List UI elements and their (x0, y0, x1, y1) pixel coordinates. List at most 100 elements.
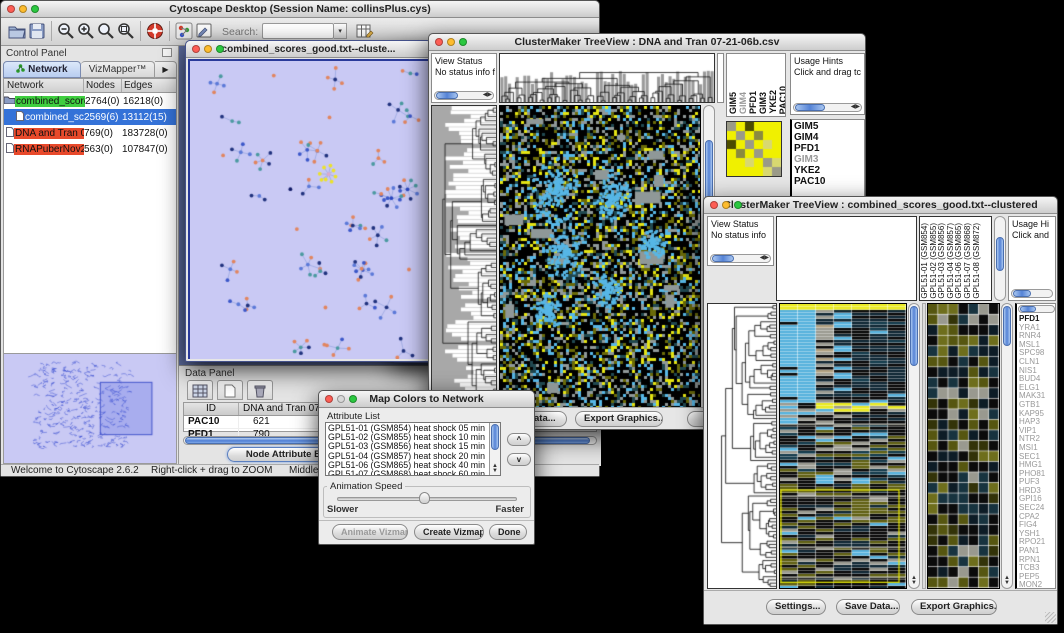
tv1-view-status-scrollbar[interactable]: ◀▶ (434, 91, 494, 100)
tv2-gene-item[interactable]: KAP95 (1019, 410, 1053, 419)
zoom-button[interactable] (31, 5, 39, 13)
network-table-header[interactable]: Network Nodes Edges (4, 79, 176, 93)
tv2-zoom-vscroll[interactable]: ▲▼ (1001, 303, 1013, 589)
tab-vizmapper[interactable]: VizMapper™ (81, 61, 155, 78)
search-input[interactable] (262, 23, 334, 39)
zoom-button[interactable] (349, 395, 357, 403)
done-button[interactable]: Done (489, 524, 527, 540)
tv2-gene-list[interactable]: PFD1YRA1RNR4MSL1SPC98CLN1NIS1BUD4ELG1MAK… (1017, 304, 1055, 589)
tv1-mini-heatmap[interactable] (726, 121, 782, 177)
tv2-gene-list-hscroll-thumb[interactable] (1020, 306, 1036, 312)
zoom-button[interactable] (459, 38, 467, 46)
annotation-icon[interactable] (194, 21, 214, 41)
tv2-gene-item[interactable]: RNR4 (1019, 332, 1053, 341)
attribute-browser-icon[interactable] (355, 21, 375, 41)
minimize-button[interactable] (722, 201, 730, 209)
tv2-heatmap-vscroll[interactable]: ▲▼ (908, 303, 920, 589)
minimize-button[interactable] (337, 395, 345, 403)
tv1-row-dendrogram[interactable] (431, 105, 497, 409)
tv1-gene-item[interactable]: GIM5 (794, 121, 862, 132)
tv2-gene-item[interactable]: TCB3 (1019, 564, 1053, 573)
tv2-zoom-vscroll-thumb[interactable] (1003, 306, 1011, 346)
attribute-table-icon[interactable] (187, 380, 213, 400)
move-down-button[interactable]: v (507, 453, 531, 466)
float-panel-icon[interactable] (162, 48, 172, 57)
scroll-arrows[interactable]: ◀▶ (760, 256, 769, 261)
help-lifering-icon[interactable] (145, 21, 165, 41)
tv2-gene-item[interactable]: MSI1 (1019, 444, 1053, 453)
delete-attribute-icon[interactable] (247, 380, 273, 400)
tv2-gene-item[interactable]: SPC98 (1019, 349, 1053, 358)
attribute-list-vscroll[interactable]: ▲▼ (489, 423, 500, 475)
tab-overflow-arrow[interactable]: ▶ (155, 61, 177, 78)
treeview1-titlebar[interactable]: ClusterMaker TreeView : DNA and Tran 07-… (429, 34, 865, 51)
tv2-gene-item[interactable]: PFD1 (1019, 315, 1053, 324)
zoom-selected-icon[interactable] (116, 21, 136, 41)
main-title-bar[interactable]: Cytoscape Desktop (Session Name: collins… (1, 1, 599, 18)
tv1-usage-hints-thumb[interactable] (795, 104, 825, 111)
search-dropdown-arrow[interactable]: ▾ (334, 23, 347, 39)
zoom-out-icon[interactable] (56, 21, 76, 41)
create-vizmap-button[interactable]: Create Vizmap (414, 524, 484, 540)
window-controls[interactable] (7, 5, 39, 13)
tv2-row-dendrogram[interactable] (707, 303, 777, 589)
tv2-splitter[interactable] (922, 303, 926, 589)
tv2-usage-hints-thumb[interactable] (1013, 290, 1031, 297)
tv2-gene-item[interactable]: PHO81 (1019, 470, 1053, 479)
tv1-usage-hints-scrollbar[interactable]: ◀▶ (793, 103, 862, 112)
tv1-view-status-thumb[interactable] (436, 92, 458, 99)
tv2-gene-item[interactable]: FIG4 (1019, 521, 1053, 530)
scroll-arrows[interactable]: ▲▼ (1004, 576, 1010, 586)
attribute-list-item[interactable]: GPL51-07 (GSM868) heat shock 60 min (328, 470, 498, 476)
tv1-export-graphics-button[interactable]: Export Graphics... (575, 411, 663, 427)
zoom-fit-icon[interactable] (96, 21, 116, 41)
tv2-labels-vscroll-thumb[interactable] (996, 237, 1004, 271)
close-button[interactable] (7, 5, 15, 13)
tv2-column-tree-area[interactable] (776, 216, 917, 301)
tv2-heatmap[interactable] (779, 303, 907, 589)
scroll-arrows[interactable]: ◀▶ (851, 105, 860, 110)
vizmapper-icon[interactable] (174, 21, 194, 41)
save-session-icon[interactable] (27, 21, 47, 41)
scroll-arrows[interactable]: ◀▶ (483, 93, 492, 98)
tv2-gene-item[interactable]: CPA2 (1019, 513, 1053, 522)
scroll-arrows[interactable]: ▲▼ (492, 464, 498, 474)
tv2-gene-item[interactable]: MON2 (1019, 581, 1053, 589)
tv1-gene-item[interactable]: GIM4 (794, 132, 862, 143)
attribute-list-thumb[interactable] (491, 424, 499, 450)
tv2-gene-item[interactable]: HMG1 (1019, 461, 1053, 470)
tab-network[interactable]: Network (3, 61, 81, 78)
tv2-gene-item[interactable]: VIP1 (1019, 427, 1053, 436)
tv2-gene-item[interactable]: MSL1 (1019, 341, 1053, 350)
treeview2-titlebar[interactable]: ClusterMaker TreeView : combined_scores_… (704, 197, 1057, 214)
tv2-view-status-scrollbar[interactable]: ◀▶ (710, 254, 771, 263)
minimize-button[interactable] (204, 45, 212, 53)
tv2-gene-item[interactable]: PAN1 (1019, 547, 1053, 556)
tv2-gene-item[interactable]: RPO21 (1019, 538, 1053, 547)
tv2-view-status-thumb[interactable] (712, 255, 734, 262)
window-controls[interactable] (435, 38, 467, 46)
close-button[interactable] (325, 395, 333, 403)
network-tree-row[interactable]: combined_sco2569(6)13112(15) (4, 109, 176, 125)
zoom-button[interactable] (734, 201, 742, 209)
zoom-button[interactable] (216, 45, 224, 53)
tv2-gene-item[interactable]: YSH1 (1019, 530, 1053, 539)
network-view-canvas[interactable] (190, 61, 429, 359)
tv2-gene-item[interactable]: YRA1 (1019, 324, 1053, 333)
network-overview-panel[interactable] (3, 353, 177, 464)
network-overview-canvas[interactable] (4, 354, 176, 463)
network-tree-row[interactable]: combined_scores2764(0)16218(0) (4, 93, 176, 109)
tv1-gene-item[interactable]: YKE2 (794, 165, 862, 176)
resize-grip[interactable] (1045, 612, 1056, 623)
open-session-icon[interactable] (7, 21, 27, 41)
attribute-listbox[interactable]: GPL51-01 (GSM854) heat shock 05 minGPL51… (325, 422, 501, 476)
tv2-gene-item[interactable]: MAK31 (1019, 392, 1053, 401)
minimize-button[interactable] (447, 38, 455, 46)
tv2-usage-hints-scrollbar[interactable] (1011, 289, 1053, 298)
tv2-gene-list-hscroll[interactable] (1018, 305, 1055, 313)
tv1-column-scroll-strip[interactable] (717, 53, 724, 103)
animate-vizmap-button[interactable]: Animate Vizmap (332, 524, 408, 540)
tv1-gene-item[interactable]: PAC10 (794, 176, 862, 187)
tv2-zoom-heatmap[interactable] (927, 303, 1000, 589)
tv2-gene-item[interactable]: PEP5 (1019, 573, 1053, 582)
